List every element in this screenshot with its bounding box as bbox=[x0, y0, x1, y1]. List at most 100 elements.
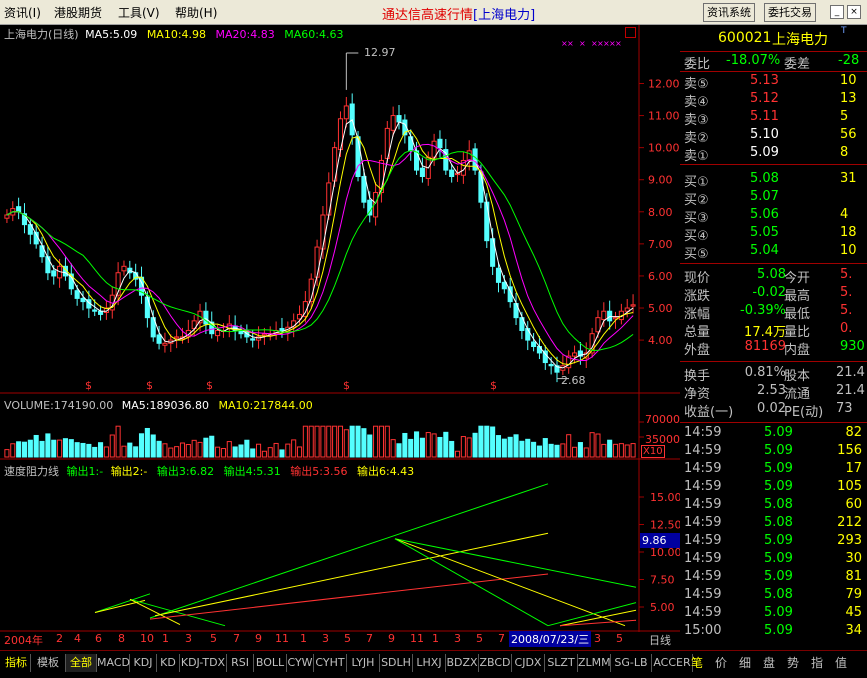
date-axis-label: 10 bbox=[140, 632, 154, 645]
indicator-tab[interactable]: SG-LB bbox=[611, 654, 652, 672]
tick-volume: 293 bbox=[837, 533, 862, 548]
volume-bar bbox=[454, 450, 461, 458]
volume-bar bbox=[572, 446, 578, 458]
menu-info[interactable]: 资讯(I) bbox=[4, 4, 41, 21]
panel-tab[interactable]: 笔 bbox=[686, 654, 708, 672]
indicator-tab[interactable]: 全部 bbox=[66, 654, 97, 672]
candle-body bbox=[419, 167, 425, 178]
indicator-tab[interactable]: CYW bbox=[287, 654, 314, 672]
volume-bar bbox=[10, 443, 16, 458]
tick-volume: 81 bbox=[845, 569, 862, 584]
ask-volume: 13 bbox=[840, 91, 857, 106]
volume-bar bbox=[92, 446, 98, 458]
volume-bar bbox=[560, 443, 566, 458]
candle-body bbox=[572, 352, 578, 357]
tick-time: 15:00 bbox=[684, 623, 722, 638]
indicator-tab[interactable]: KDJ bbox=[130, 654, 157, 672]
panel-tab[interactable]: 盘 bbox=[758, 654, 780, 672]
indicator-tab[interactable]: SDLH bbox=[380, 654, 413, 672]
volume-bar bbox=[68, 439, 74, 458]
panel-tab[interactable]: 价 bbox=[710, 654, 732, 672]
menu-tools[interactable]: 工具(V) bbox=[118, 4, 160, 21]
panel-tab[interactable]: 值 bbox=[830, 654, 852, 672]
candle-body bbox=[144, 296, 150, 319]
chart-area[interactable]: $ $ $ $ $ × × × × × × × × 12.00 11.00 10.00 9.00 8.00 7.0… bbox=[0, 25, 680, 650]
date-axis-label: 7 bbox=[498, 632, 505, 645]
ma5-line bbox=[6, 118, 634, 369]
stat-value: 5. bbox=[840, 267, 853, 282]
panel-tab[interactable]: 指 bbox=[806, 654, 828, 672]
indicator-tab[interactable]: KDJ-TDX bbox=[180, 654, 227, 672]
ask-price: 5.12 bbox=[750, 91, 779, 106]
candle-body bbox=[326, 182, 332, 216]
volume-bar bbox=[326, 425, 332, 458]
panel-tab[interactable]: 细 bbox=[734, 654, 756, 672]
volume-bar bbox=[566, 434, 572, 458]
volume-bar bbox=[490, 426, 496, 458]
volume-bar bbox=[308, 425, 314, 458]
indicator-tab[interactable]: 模板 bbox=[31, 654, 66, 672]
candle-body bbox=[495, 267, 502, 283]
indicator-tab[interactable]: CJDX bbox=[512, 654, 545, 672]
volume-bar bbox=[501, 438, 507, 458]
indicator-tab[interactable]: CYHT bbox=[314, 654, 347, 672]
volume-bar bbox=[279, 449, 285, 458]
ask-volume: 8 bbox=[840, 145, 849, 160]
indicator-tab[interactable]: ZBCD bbox=[479, 654, 512, 672]
indicator-tab[interactable]: BOLL bbox=[254, 654, 287, 672]
volume-bar bbox=[51, 439, 57, 458]
period-label[interactable]: 日线 bbox=[649, 632, 671, 648]
volume-bar bbox=[437, 436, 443, 458]
date-axis-label: 1 bbox=[300, 632, 307, 645]
date-axis-start: 2004年 bbox=[4, 634, 43, 647]
minimize-icon[interactable]: _ bbox=[830, 5, 844, 19]
indicator-tab[interactable]: LYJH bbox=[347, 654, 380, 672]
trade-button[interactable]: 委托交易 bbox=[764, 3, 816, 22]
bid-price: 5.05 bbox=[750, 225, 779, 240]
candle-body bbox=[437, 138, 443, 149]
date-axis-label: 3 bbox=[594, 632, 601, 645]
indicator-tab[interactable]: BDZX bbox=[446, 654, 479, 672]
indicator-legend-out4: 输出4:5.31 bbox=[223, 465, 281, 478]
indicator-line bbox=[547, 602, 637, 627]
date-axis-label: 3 bbox=[454, 632, 461, 645]
indicator-tab[interactable]: KD bbox=[157, 654, 180, 672]
candle-body bbox=[92, 309, 98, 312]
stock-code: 600021 bbox=[718, 30, 772, 46]
indicator-tab[interactable]: ZLMM bbox=[578, 654, 611, 672]
kline-chart[interactable]: $ $ $ $ $× × × × × × × × 12.0011.0010.009.008.007.0… bbox=[0, 25, 680, 650]
event-marker-icon: × bbox=[615, 39, 622, 48]
candle-body bbox=[45, 256, 51, 274]
chart-close-icon[interactable] bbox=[625, 27, 636, 38]
tick-volume: 17 bbox=[845, 461, 862, 476]
bid-price: 5.06 bbox=[750, 207, 779, 222]
ma20-line bbox=[6, 143, 634, 361]
tick-price: 5.09 bbox=[764, 551, 793, 566]
candle-body bbox=[361, 176, 367, 203]
ask-label: 卖⑤ bbox=[684, 77, 709, 92]
indicator-tab[interactable]: LHXJ bbox=[413, 654, 446, 672]
bid-row: 买⑤ 5.04 10 bbox=[680, 243, 867, 262]
candle-body bbox=[51, 270, 57, 277]
indicator-tab[interactable]: 指标 bbox=[2, 654, 31, 672]
ask-price: 5.09 bbox=[750, 145, 779, 160]
fundamental-row: 净资 2.53 流通 21.4 bbox=[680, 383, 867, 402]
volume-bar bbox=[256, 443, 262, 458]
menu-help[interactable]: 帮助(H) bbox=[175, 4, 217, 21]
date-axis-label: 7 bbox=[366, 632, 373, 645]
volume-bar bbox=[4, 449, 10, 458]
menu-hk-futures[interactable]: 港股期货 bbox=[54, 4, 102, 21]
panel-tab[interactable]: 势 bbox=[782, 654, 804, 672]
fundamental-label: 净资 bbox=[684, 387, 711, 402]
indicator-tab[interactable]: SLZT bbox=[545, 654, 578, 672]
info-system-button[interactable]: 资讯系统 bbox=[703, 3, 755, 22]
volume-bar bbox=[443, 431, 449, 458]
volume-bar bbox=[378, 425, 384, 458]
tick-volume: 82 bbox=[845, 425, 862, 440]
close-icon[interactable]: × bbox=[847, 5, 861, 19]
stat-row: 总量 17.4万 量比 0. bbox=[680, 321, 867, 340]
indicator-tab[interactable]: MACD bbox=[97, 654, 130, 672]
tick-volume: 34 bbox=[845, 623, 862, 638]
indicator-tab[interactable]: RSI bbox=[227, 654, 254, 672]
fundamental-value: 0.02 bbox=[757, 401, 786, 416]
